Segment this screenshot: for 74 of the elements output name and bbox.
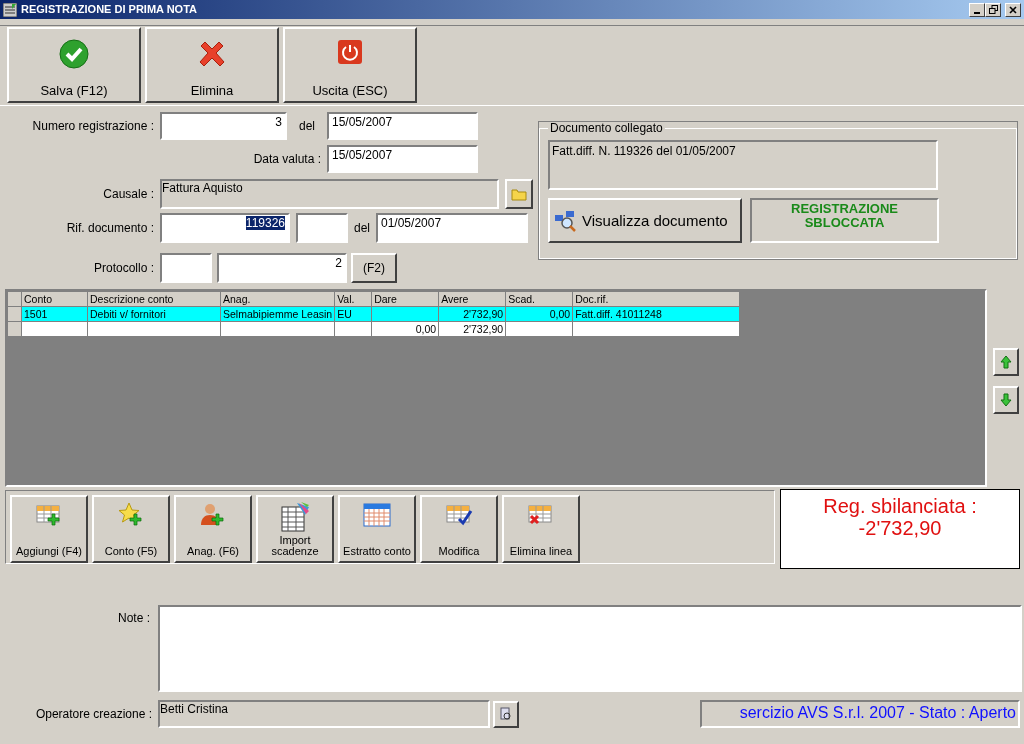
- cross-icon: [197, 39, 227, 69]
- field-label: Rif. documento :: [65, 220, 155, 236]
- input-field[interactable]: [296, 213, 348, 243]
- input-field[interactable]: [160, 253, 212, 283]
- power-icon: [337, 39, 363, 65]
- field-label: Protocollo :: [92, 260, 155, 276]
- field-label: del: [299, 118, 315, 134]
- tool-button[interactable]: Modifica: [420, 495, 498, 563]
- column-header[interactable]: Conto: [21, 291, 88, 307]
- folder-icon: [511, 187, 527, 202]
- column-header[interactable]: Anag.: [220, 291, 335, 307]
- readonly-field[interactable]: Fattura Aquisto: [160, 179, 499, 209]
- note-field[interactable]: [158, 605, 1022, 692]
- checkmark-icon: [59, 39, 89, 69]
- tool-button[interactable]: Elimina linea: [502, 495, 580, 563]
- folder-button[interactable]: [505, 179, 533, 209]
- input-field[interactable]: 119326: [160, 213, 290, 243]
- arrow-up-icon: [1000, 355, 1012, 370]
- close-icon: [1009, 5, 1017, 14]
- move-down-button[interactable]: [993, 386, 1019, 414]
- input-field[interactable]: 15/05/2007: [327, 145, 478, 173]
- field-label: Note :: [117, 610, 151, 627]
- document-search-icon: [554, 209, 578, 232]
- minimize-icon: [974, 11, 980, 14]
- linked-document-field: Fatt.diff. N. 119326 del 01/05/2007: [548, 140, 938, 190]
- star-add-icon: [117, 501, 145, 529]
- window-title: REGISTRAZIONE DI PRIMA NOTA: [21, 2, 197, 17]
- table-row[interactable]: 0,00 2'732,90: [7, 321, 740, 337]
- view-document-button[interactable]: Visualizza documento: [548, 198, 742, 243]
- balance-value: -2'732,90: [857, 517, 943, 539]
- column-header[interactable]: Dare: [371, 291, 439, 307]
- table-cell: 0,00: [371, 321, 439, 337]
- column-header[interactable]: Val.: [334, 291, 372, 307]
- field-label: Operatore creazione :: [34, 706, 153, 722]
- field-label: Causale :: [102, 186, 155, 202]
- balance-label: Reg. sbilanciata :: [822, 495, 978, 517]
- operator-button[interactable]: [493, 700, 519, 728]
- column-header[interactable]: Scad.: [505, 291, 573, 307]
- input-field[interactable]: 2: [217, 253, 347, 283]
- column-header[interactable]: Descrizione conto: [87, 291, 221, 307]
- table-row[interactable]: 1501 Debiti v/ fornitori Selmabipiemme Leasin EU 2'732,90 0,00 Fatt.diff. 41011248: [7, 306, 740, 322]
- field-label: Data valuta :: [252, 151, 322, 167]
- calendar-icon: [362, 501, 392, 529]
- tool-button[interactable]: Estratto conto: [338, 495, 416, 563]
- tool-button[interactable]: Conto (F5): [92, 495, 170, 563]
- move-up-button[interactable]: [993, 348, 1019, 376]
- input-field[interactable]: 01/05/2007: [376, 213, 528, 243]
- input-field[interactable]: 3: [160, 112, 287, 140]
- toolbar-button[interactable]: Salva (F12): [7, 27, 141, 103]
- table-cell: 2'732,90: [438, 321, 506, 337]
- restore-icon: [988, 5, 998, 14]
- toolbar-button[interactable]: Elimina: [145, 27, 279, 103]
- readonly-field[interactable]: Betti Cristina: [158, 700, 490, 728]
- restore-button[interactable]: [985, 2, 1001, 17]
- minimize-button[interactable]: [969, 2, 985, 17]
- arrow-down-icon: [1000, 393, 1012, 408]
- status-bar: sercizio AVS S.r.l. 2007 - Stato : Aperto: [700, 700, 1020, 728]
- toolbar-button[interactable]: Uscita (ESC): [283, 27, 417, 103]
- field-label: Numero registrazione :: [31, 118, 155, 134]
- close-button[interactable]: [1005, 2, 1021, 17]
- tool-button[interactable]: Aggiungi (F4): [10, 495, 88, 563]
- document-search-icon: [500, 707, 512, 722]
- column-header[interactable]: Doc.rif.: [572, 291, 740, 307]
- person-add-icon: [199, 501, 227, 529]
- input-field[interactable]: 15/05/2007: [327, 112, 478, 140]
- lock-status: REGISTRAZIONE SBLOCCATA: [750, 198, 939, 243]
- tool-button[interactable]: Import scadenze: [256, 495, 334, 563]
- app-icon: [3, 2, 17, 17]
- field-label: del: [354, 220, 370, 236]
- protocol-button[interactable]: (F2): [351, 253, 397, 283]
- group-title: Documento collegato: [549, 122, 664, 134]
- tool-button[interactable]: Anag. (F6): [174, 495, 252, 563]
- spreadsheet-icon: [279, 501, 311, 533]
- column-header[interactable]: Avere: [438, 291, 506, 307]
